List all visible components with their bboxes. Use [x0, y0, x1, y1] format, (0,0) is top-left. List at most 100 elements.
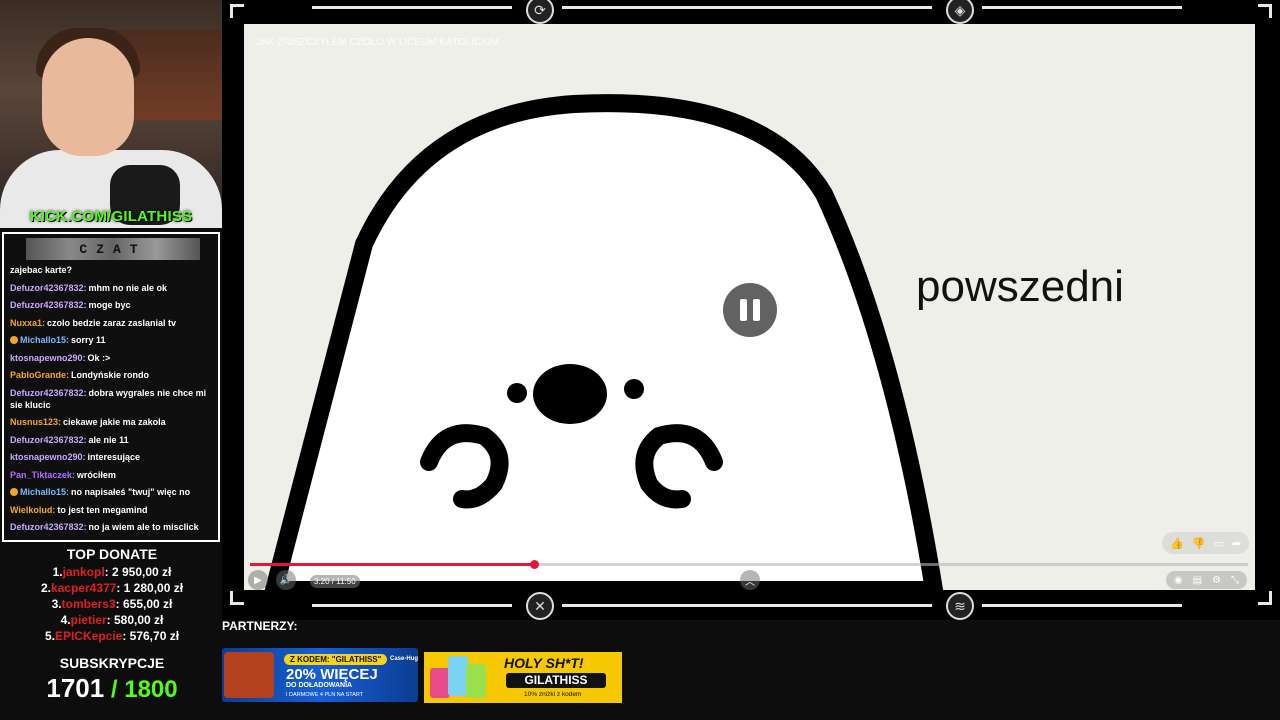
- donor-amount: : 655,00 zł: [115, 597, 173, 611]
- donor-row: 5.EPICKepcie: 576,70 zł: [0, 628, 224, 644]
- chat-username[interactable]: Wielkolud:: [10, 505, 55, 515]
- partner1-code: Z KODEM: "GILATHISS": [284, 654, 388, 665]
- autoplay-toggle-icon[interactable]: ◉: [1174, 575, 1183, 586]
- chat-username[interactable]: Defuzor42367832:: [10, 300, 87, 310]
- ghost-eye-left: [507, 383, 527, 403]
- progress-bar[interactable]: [250, 560, 1248, 569]
- play-button[interactable]: ▶: [248, 570, 268, 590]
- kick-url-label: KICK.COM/GILATHISS: [29, 208, 193, 225]
- donor-name: jankopl: [62, 565, 105, 579]
- donor-rank: 4.: [60, 613, 71, 627]
- comment-icon[interactable]: ▭: [1213, 537, 1223, 550]
- donor-name: kacper4377: [50, 581, 117, 595]
- chat-username[interactable]: PabloGrande:: [10, 370, 69, 380]
- chat-username[interactable]: Defuzor42367832:: [10, 388, 87, 398]
- pause-bar-icon: [740, 299, 747, 321]
- chat-text: ciekawe jakie ma zakola: [63, 417, 166, 427]
- frame-line-bottom: [982, 604, 1182, 607]
- chat-text: sorry 11: [71, 335, 106, 345]
- chat-username[interactable]: Pan_Tiktaczek:: [10, 470, 75, 480]
- chat-message: Defuzor42367832: mhm no nie ale ok: [10, 282, 216, 294]
- partner2-code: GILATHISS: [506, 673, 606, 688]
- frame-logo-icon: ◈: [946, 0, 974, 24]
- top-donate-title: TOP DONATE: [66, 546, 158, 562]
- subtitles-icon[interactable]: ▤: [1193, 575, 1202, 586]
- partner1-sub: DO DOŁADOWANIA: [286, 682, 353, 689]
- frame-logo-icon: ⟳: [526, 0, 554, 24]
- pause-bar-icon: [753, 299, 760, 321]
- share-icon[interactable]: ➦: [1232, 537, 1241, 550]
- ghost-body: [264, 94, 944, 590]
- chat-username[interactable]: Nusnus123:: [10, 417, 61, 427]
- chat-message: Michallo15: sorry 11: [10, 334, 216, 346]
- chat-message: ktosnapewno290: Ok :>: [10, 352, 216, 364]
- ghost-nose: [533, 364, 607, 424]
- chat-text: wróciłem: [76, 469, 116, 480]
- chat-username[interactable]: Michallo15:: [20, 487, 69, 497]
- partner-banner-casehug[interactable]: Z KODEM: "GILATHISS" 20% WIĘCEJ DO DOŁAD…: [222, 648, 418, 702]
- chat-text: zajebac karte?: [10, 265, 73, 275]
- partners-label: PARTNERZY:: [222, 619, 298, 633]
- volume-icon[interactable]: 🔊: [276, 570, 296, 590]
- player-controls-right: ◉ ▤ ⚙ ⤡: [1165, 571, 1247, 589]
- pause-button[interactable]: [723, 283, 777, 337]
- chat-message: ktosnapewno290: interesujące: [10, 451, 216, 463]
- donor-amount: : 2 950,00 zł: [104, 565, 172, 579]
- top-donate-panel: TOP DONATE 1.jankopl: 2 950,00 zł 2.kacpe…: [0, 546, 224, 644]
- partner1-brand: Case-Hug: [390, 656, 418, 662]
- chat-message: Defuzor42367832: moge byc: [10, 299, 216, 311]
- video-player[interactable]: JAK ZNISZCZYŁEM CZOŁO W LICEUM KATOLICKI…: [244, 24, 1255, 590]
- subscription-goal: SUBSKRYPCJE 1701 / 1800: [0, 655, 224, 704]
- chat-message: Pan_Tiktaczek: wróciłem: [10, 469, 216, 481]
- chat-message: PabloGrande: Londyńskie rondo: [10, 369, 216, 381]
- chat-message: Nusnus123: ciekawe jakie ma zakola: [10, 416, 216, 428]
- chat-username[interactable]: Michallo15:: [20, 335, 69, 345]
- chat-text: interesujące: [87, 452, 141, 462]
- settings-icon[interactable]: ⚙: [1212, 575, 1221, 586]
- donor-name: tombers3: [61, 597, 116, 611]
- donor-rank: 5.: [44, 629, 55, 643]
- subs-count: 1701 / 1800: [0, 673, 224, 704]
- donor-row: 3.tombers3: 655,00 zł: [0, 596, 224, 612]
- chat-username[interactable]: Nuxxa1:: [10, 318, 45, 328]
- fullscreen-exit-icon[interactable]: ⤡: [1231, 575, 1239, 586]
- chat-text: no ja wiem ale to misclick: [88, 522, 199, 532]
- subs-current: 1701: [46, 673, 105, 703]
- donor-row: 2.kacper4377: 1 280,00 zł: [0, 580, 224, 596]
- subs-title: SUBSKRYPCJE: [59, 655, 165, 671]
- chat-text: no napisałeś "twuj" więc no: [71, 487, 191, 497]
- treasure-chest-image: [224, 652, 274, 698]
- dislike-icon[interactable]: 👎: [1192, 537, 1206, 550]
- donor-name: EPICKepcie: [54, 629, 123, 643]
- partner2-sub: 10% zniżki z kodem: [524, 691, 582, 698]
- donor-amount: : 1 280,00 zł: [116, 581, 184, 595]
- chat-message-list: zajebac karte? Defuzor42367832: mhm no nie…: [10, 264, 216, 539]
- partner-banner-holyshit[interactable]: HOLY SH*T! GILATHISS 10% zniżki z kodem: [424, 652, 622, 703]
- chat-text: Ok :>: [87, 352, 111, 363]
- streamer-face: [42, 38, 134, 156]
- chat-username[interactable]: Defuzor42367832:: [10, 283, 87, 293]
- chat-text: mhm no nie ale ok: [88, 282, 168, 293]
- chat-username[interactable]: Defuzor42367832:: [10, 435, 87, 445]
- frame-line-bottom: [562, 604, 932, 607]
- donor-name: pietier: [70, 613, 107, 627]
- like-icon[interactable]: 👍: [1170, 537, 1184, 550]
- chat-username[interactable]: ktosnapewno290:: [10, 353, 86, 363]
- partner1-main: 20% WIĘCEJ: [286, 666, 378, 683]
- chat-message: Defuzor42367832: no ja wiem ale to miscli…: [10, 521, 216, 533]
- chat-text: moge byc: [88, 300, 131, 310]
- product-cans-image: [426, 652, 492, 702]
- chat-username[interactable]: Defuzor42367832:: [10, 522, 87, 532]
- video-overlay-text: powszedni: [916, 262, 1124, 311]
- video-time: 3:20 / 11:50: [310, 575, 360, 588]
- donor-rank: 2.: [40, 581, 51, 595]
- chat-username[interactable]: ktosnapewno290:: [10, 452, 86, 462]
- donor-row: 4.pietier: 580,00 zł: [0, 612, 224, 628]
- subs-goal: / 1800: [104, 676, 178, 703]
- ghost-eye-right: [624, 379, 644, 399]
- sub-badge-icon: [10, 336, 18, 344]
- chevron-up-icon[interactable]: ︿: [740, 570, 760, 590]
- chat-panel: CZAT zajebac karte? Defuzor42367832: mhm n…: [2, 232, 220, 542]
- chat-text: ale nie 11: [88, 434, 129, 445]
- donor-list: 1.jankopl: 2 950,00 zł 2.kacper4377: 1 28…: [0, 564, 224, 644]
